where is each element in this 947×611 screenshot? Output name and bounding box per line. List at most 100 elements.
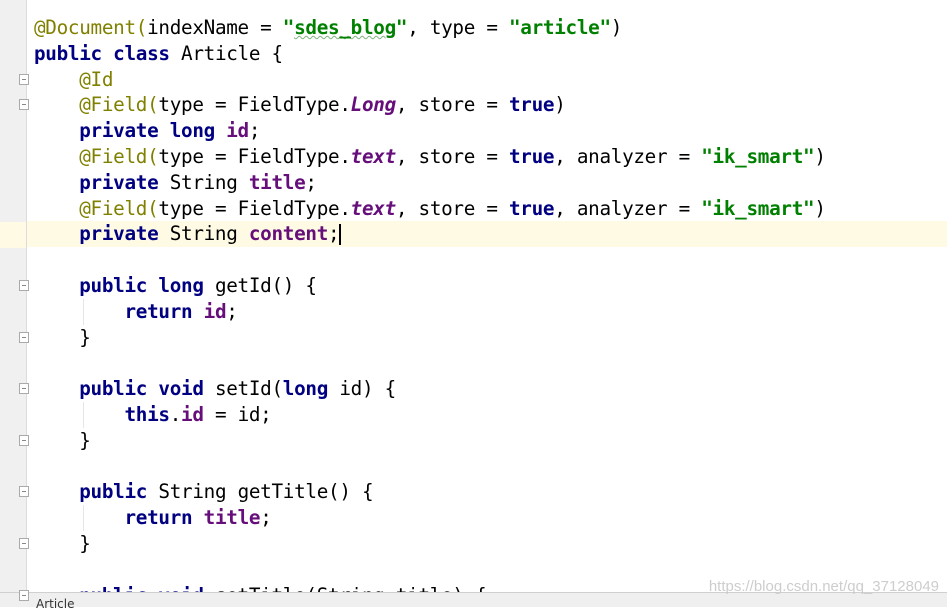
code-line[interactable]: @Document(indexName = "sdes_blog", type …: [27, 15, 947, 41]
code-token: true: [508, 196, 555, 220]
code-token: id) {: [339, 377, 396, 401]
code-token: "ik_smart": [701, 145, 815, 168]
code-token: return: [124, 299, 204, 323]
code-token: text: [350, 196, 397, 220]
editor-gutter: [0, 0, 27, 592]
fold-marker-icon[interactable]: [19, 434, 29, 446]
code-line[interactable]: @Field(type = FieldType.Long, store = tr…: [27, 92, 947, 118]
watermark: https://blog.csdn.net/qq_37128049: [708, 578, 939, 595]
code-token: indexName =: [147, 16, 283, 39]
code-line[interactable]: public String getTitle() {: [27, 479, 947, 505]
code-token: , type =: [407, 16, 509, 39]
code-token: "ik_smart": [701, 196, 815, 220]
code-token: @Document(: [34, 16, 148, 39]
code-token: ;: [248, 119, 261, 143]
code-token: type = FieldType.: [158, 93, 351, 117]
code-token: @Id: [79, 67, 114, 91]
code-token: @Field(: [79, 93, 159, 117]
code-token: getId() {: [214, 274, 317, 297]
code-token: title: [203, 506, 261, 530]
fold-marker-icon[interactable]: [19, 486, 29, 498]
code-token: public long: [79, 274, 215, 297]
fold-marker-icon[interactable]: [19, 99, 29, 111]
code-line[interactable]: }: [27, 325, 947, 351]
code-token: sdes_blog: [294, 16, 396, 39]
code-token: , analyzer =: [554, 196, 702, 220]
text-caret: [339, 224, 342, 246]
code-token: type = FieldType.: [158, 196, 351, 220]
code-token: "article": [508, 16, 611, 39]
code-token: }: [34, 428, 91, 452]
fold-marker-icon[interactable]: [19, 538, 29, 549]
fold-marker-icon[interactable]: [19, 589, 29, 601]
code-token: title: [248, 170, 306, 194]
code-token: return: [124, 506, 204, 530]
indent-guide: [83, 402, 84, 428]
fold-marker-icon[interactable]: [19, 73, 29, 85]
code-token: id: [203, 299, 227, 323]
code-token: ;: [260, 506, 272, 530]
code-token: public void: [79, 584, 215, 592]
code-token: , analyzer =: [554, 145, 702, 168]
code-line[interactable]: public long getId() {: [27, 273, 947, 299]
code-token: setTitle(String title) {: [215, 584, 487, 592]
code-token: String getTitle() {: [158, 480, 374, 504]
code-token: String: [169, 222, 249, 246]
code-token: , store =: [395, 145, 509, 168]
code-line[interactable]: [27, 454, 947, 480]
code-token: type = FieldType.: [158, 145, 351, 168]
code-line[interactable]: return title;: [27, 505, 947, 531]
code-line[interactable]: @Field(type = FieldType.text, store = tr…: [27, 144, 947, 170]
code-token: public: [79, 480, 159, 504]
indent-guide: [83, 298, 84, 325]
code-token: ;: [305, 170, 317, 194]
code-token: this: [124, 403, 170, 426]
code-line[interactable]: public void setId(long id) {: [27, 376, 947, 402]
code-editor[interactable]: @Document(indexName = "sdes_blog", type …: [27, 0, 947, 592]
code-token: Long: [350, 93, 397, 117]
code-token: ): [814, 145, 826, 168]
fold-marker-icon[interactable]: [19, 383, 29, 395]
code-line[interactable]: }: [27, 428, 947, 454]
fold-marker-icon[interactable]: [19, 331, 29, 343]
code-token: long: [282, 377, 340, 401]
code-line[interactable]: @Field(type = FieldType.text, store = tr…: [27, 196, 947, 222]
code-token: ): [554, 93, 566, 117]
code-line[interactable]: private String title;: [27, 170, 947, 196]
code-token: , store =: [395, 196, 509, 220]
fold-marker-icon[interactable]: [19, 280, 29, 291]
code-token: public class: [34, 41, 182, 65]
code-line[interactable]: public class Article {: [27, 41, 947, 67]
code-line[interactable]: [27, 247, 947, 273]
code-line[interactable]: @Id: [27, 67, 947, 93]
code-token: String: [169, 170, 249, 194]
code-token: @Field(: [79, 145, 159, 168]
code-line[interactable]: return id;: [27, 299, 947, 325]
breadcrumb-class[interactable]: Article: [36, 597, 75, 611]
code-token: @Field(: [79, 196, 159, 220]
code-token: private: [79, 170, 170, 194]
code-token: ": [395, 16, 408, 39]
code-token: ;: [328, 222, 340, 246]
code-line[interactable]: }: [27, 531, 947, 557]
code-line[interactable]: this.id = id;: [27, 402, 947, 428]
code-line[interactable]: private long id;: [27, 118, 947, 144]
code-line[interactable]: private String content;: [27, 221, 947, 248]
code-token: .: [169, 403, 182, 426]
current-line-gutter-highlight: [0, 222, 26, 248]
code-line[interactable]: [27, 350, 947, 376]
indent-guide: [83, 505, 84, 531]
code-token: public void: [79, 377, 215, 401]
